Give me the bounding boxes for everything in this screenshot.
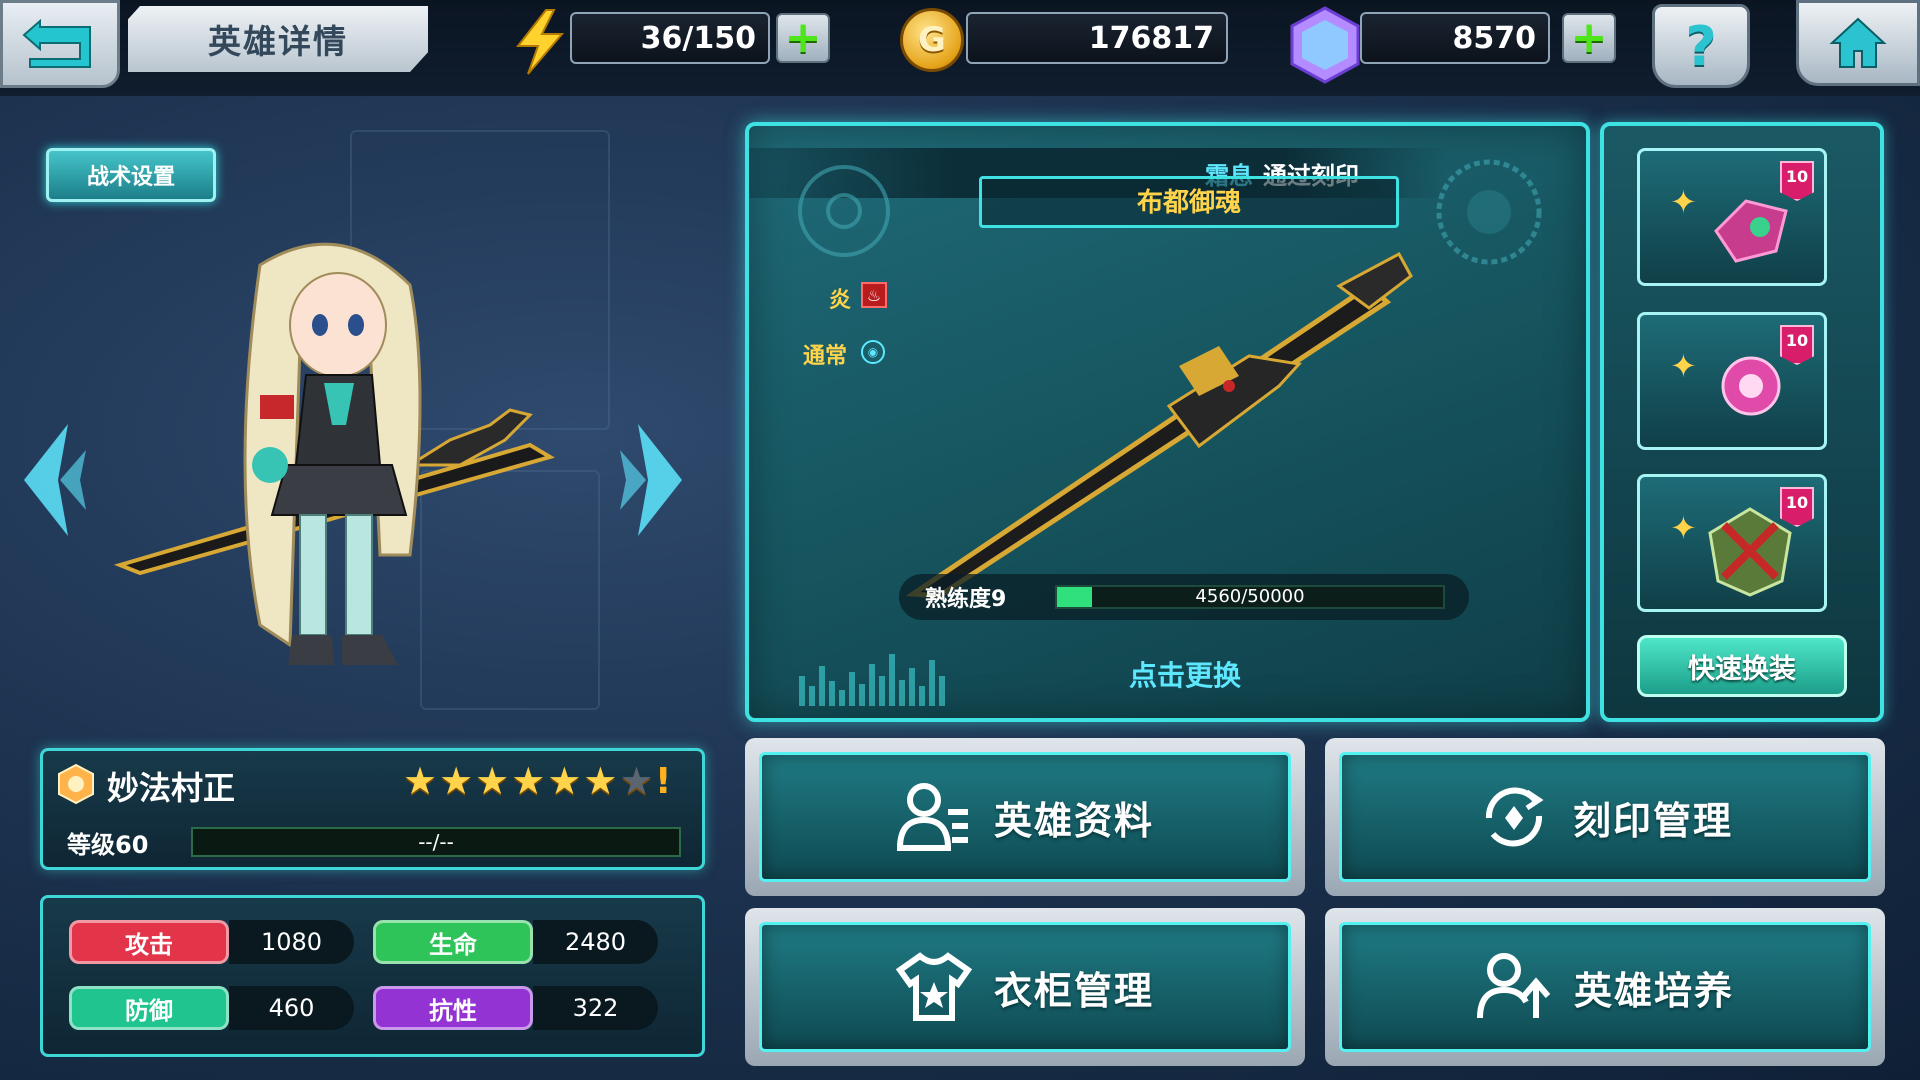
stat-attack: 攻击 1080 bbox=[69, 920, 354, 964]
pink-mech-fish-icon bbox=[1714, 199, 1788, 263]
stat-resist: 抗性 322 bbox=[373, 986, 658, 1030]
tactics-settings-button[interactable]: 战术设置 bbox=[46, 148, 216, 202]
quick-equip-button[interactable]: 快速换装 bbox=[1637, 635, 1847, 697]
hero-class-icon bbox=[58, 763, 94, 805]
pink-orb-creature-icon bbox=[1721, 356, 1781, 416]
hero-exp-bar: --/-- bbox=[191, 827, 681, 857]
target-reticle-icon bbox=[798, 165, 890, 257]
prev-hero-arrow-icon[interactable] bbox=[18, 420, 88, 540]
weapon-panel[interactable]: 霜息 通过刻印 布都御魂 炎 ♨ 通常 ◉ 熟练度9 4560/50000 点击… bbox=[745, 122, 1590, 722]
star-icon: ★ bbox=[619, 759, 654, 803]
stat-value: 2480 bbox=[533, 920, 658, 964]
person-upgrade-icon bbox=[1476, 953, 1551, 1019]
energy-bar: 36/150 bbox=[570, 12, 770, 64]
star-icon: ★ bbox=[475, 759, 510, 803]
hero-stats-panel: 攻击 1080 生命 2480 防御 460 抗性 322 bbox=[40, 895, 705, 1057]
weapon-sword-image bbox=[905, 251, 1413, 599]
home-icon bbox=[1829, 17, 1887, 68]
hero-level: 等级60 bbox=[67, 831, 149, 859]
hero-exp-value: --/-- bbox=[418, 830, 454, 854]
shirt-icon bbox=[895, 952, 972, 1021]
star-icon: ✦ bbox=[1670, 183, 1697, 221]
hero-train-button[interactable]: 英雄培养 bbox=[1325, 908, 1885, 1066]
stat-label: 防御 bbox=[69, 986, 229, 1030]
help-button[interactable]: ? bbox=[1652, 4, 1750, 88]
proficiency-track: 4560/50000 bbox=[1055, 585, 1445, 609]
stat-hp: 生命 2480 bbox=[373, 920, 658, 964]
back-arrow-icon bbox=[22, 19, 91, 68]
star-icon: ★ bbox=[511, 759, 546, 803]
fire-element-icon: ♨ bbox=[861, 282, 887, 308]
equipment-slot-2[interactable]: ✦ 10 bbox=[1637, 312, 1827, 450]
energy-value: 36/150 bbox=[640, 20, 756, 56]
plus-icon: + bbox=[784, 12, 822, 63]
add-gems-button[interactable]: + bbox=[1562, 13, 1616, 63]
gem-value: 8570 bbox=[1452, 20, 1537, 56]
stat-label: 攻击 bbox=[69, 920, 229, 964]
hero-info-button[interactable]: 英雄资料 bbox=[745, 738, 1305, 896]
gold-bar: 176817 bbox=[966, 12, 1228, 64]
page-title: 英雄详情 bbox=[208, 22, 348, 61]
element-label: 炎 bbox=[829, 288, 852, 313]
equipment-slot-3[interactable]: ✦ 10 bbox=[1637, 474, 1827, 612]
equipment-slot-1[interactable]: ✦ 10 bbox=[1637, 148, 1827, 286]
star-icon: ★ bbox=[547, 759, 582, 803]
stat-value: 460 bbox=[229, 986, 354, 1030]
hero-info-panel: 妙法村正 ★ ★ ★ ★ ★ ★ ★ ! 等级60 --/-- bbox=[40, 748, 705, 870]
add-energy-button[interactable]: + bbox=[776, 13, 830, 63]
wardrobe-button[interactable]: 衣柜管理 bbox=[745, 908, 1305, 1066]
hero-star-rating: ★ ★ ★ ★ ★ ★ ★ bbox=[403, 759, 654, 803]
back-button[interactable] bbox=[0, 0, 120, 88]
home-button[interactable] bbox=[1796, 0, 1920, 86]
stat-value: 1080 bbox=[229, 920, 354, 964]
gold-value: 176817 bbox=[1088, 20, 1214, 56]
seal-manage-button[interactable]: 刻印管理 bbox=[1325, 738, 1885, 896]
green-red-crest-icon bbox=[1708, 507, 1792, 597]
equalizer-deco-icon bbox=[799, 654, 945, 706]
proficiency-label: 熟练度9 bbox=[925, 587, 1007, 612]
hero-character-portrait bbox=[113, 242, 555, 665]
question-mark-icon: ? bbox=[1685, 14, 1717, 78]
seal-refresh-icon bbox=[1485, 787, 1544, 847]
gem-bar: 8570 bbox=[1360, 12, 1550, 64]
gem-icon bbox=[1290, 6, 1360, 84]
lightning-icon bbox=[515, 9, 565, 75]
star-icon: ✦ bbox=[1670, 347, 1697, 385]
hero-name: 妙法村正 bbox=[107, 769, 236, 807]
click-to-change-label[interactable]: 点击更换 bbox=[1129, 654, 1241, 694]
star-icon: ★ bbox=[403, 759, 438, 803]
star-icon: ★ bbox=[583, 759, 618, 803]
page-title-plate: 英雄详情 bbox=[128, 6, 428, 72]
weapon-name: 布都御魂 bbox=[1136, 188, 1241, 218]
radar-ring-icon bbox=[1436, 159, 1542, 265]
star-icon: ✦ bbox=[1670, 509, 1697, 547]
stat-defense: 防御 460 bbox=[69, 986, 354, 1030]
stat-label: 抗性 bbox=[373, 986, 533, 1030]
weapon-name-plate: 布都御魂 bbox=[979, 176, 1399, 228]
proficiency-value: 4560/50000 bbox=[1195, 586, 1305, 607]
gold-coin-icon: G bbox=[900, 8, 964, 72]
next-hero-arrow-icon[interactable] bbox=[618, 420, 688, 540]
star-icon: ★ bbox=[439, 759, 474, 803]
normal-type-icon: ◉ bbox=[861, 340, 885, 364]
person-icon bbox=[896, 783, 968, 851]
stat-value: 322 bbox=[533, 986, 658, 1030]
proficiency-bar: 熟练度9 4560/50000 bbox=[899, 574, 1469, 620]
exclamation-icon: ! bbox=[655, 761, 672, 802]
stat-label: 生命 bbox=[373, 920, 533, 964]
plus-icon: + bbox=[1570, 12, 1608, 63]
type-label: 通常 bbox=[803, 344, 848, 369]
